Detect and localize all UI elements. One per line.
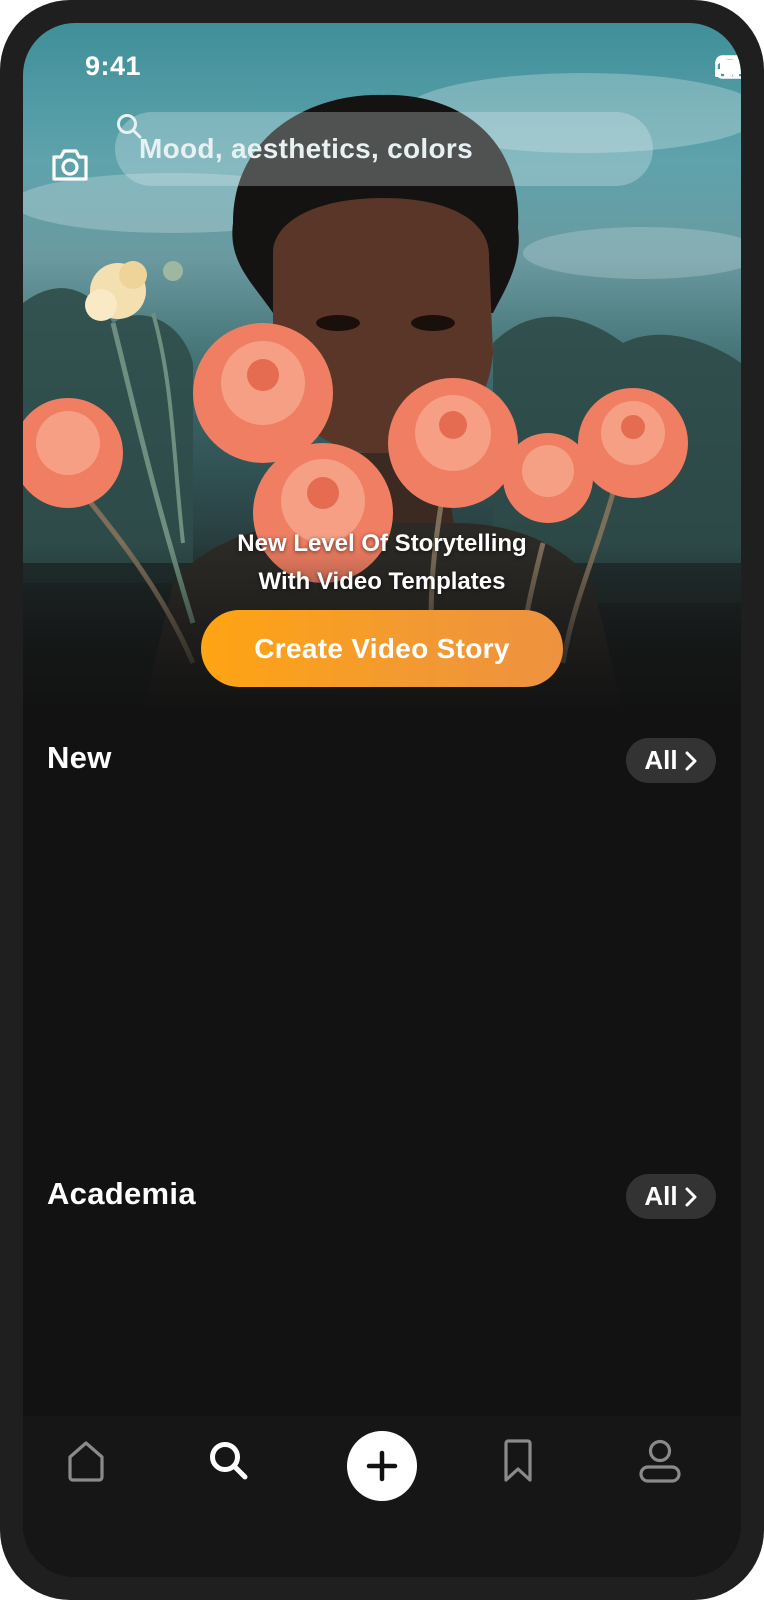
profile-icon bbox=[639, 1439, 681, 1483]
status-time: 9:41 bbox=[85, 51, 142, 81]
academia-see-all-button[interactable]: All bbox=[626, 1174, 716, 1219]
search-input[interactable]: Mood, aesthetics, colors bbox=[115, 112, 653, 186]
hero-headline-line-2: With Video Templates bbox=[258, 568, 506, 595]
search-placeholder: Mood, aesthetics, colors bbox=[139, 133, 473, 164]
camera-button[interactable] bbox=[50, 147, 94, 187]
home-icon bbox=[68, 1441, 104, 1482]
bottom-navigation bbox=[23, 1416, 741, 1577]
create-video-story-button[interactable]: Create Video Story bbox=[201, 610, 563, 687]
section-title-new: New bbox=[47, 740, 112, 775]
camera-icon bbox=[52, 149, 88, 181]
hero-headline: New Level Of Storytelling With Video Tem… bbox=[23, 525, 741, 601]
nav-profile[interactable] bbox=[620, 1416, 700, 1506]
search-icon bbox=[210, 1442, 248, 1480]
chevron-right-icon bbox=[685, 1187, 697, 1206]
battery-icon bbox=[715, 55, 741, 79]
section-title-academia: Academia bbox=[47, 1176, 196, 1211]
new-see-all-button[interactable]: All bbox=[626, 738, 716, 783]
nav-search[interactable] bbox=[189, 1416, 269, 1506]
status-bar: 9:41 bbox=[23, 23, 741, 107]
see-all-label: All bbox=[644, 745, 678, 775]
plus-icon bbox=[366, 1450, 398, 1482]
chevron-right-icon bbox=[685, 751, 697, 770]
hero-headline-line-1: New Level Of Storytelling bbox=[237, 530, 527, 557]
see-all-label: All bbox=[644, 1181, 678, 1211]
search-icon bbox=[117, 114, 142, 139]
app-screen: 9:41 Mood, aesthetics, colors New Level … bbox=[23, 23, 741, 1577]
hero-banner: 9:41 Mood, aesthetics, colors New Level … bbox=[23, 23, 741, 713]
device-frame: 9:41 Mood, aesthetics, colors New Level … bbox=[0, 0, 764, 1600]
bookmark-icon bbox=[504, 1439, 532, 1482]
nav-saved[interactable] bbox=[478, 1416, 558, 1506]
nav-add-button[interactable] bbox=[347, 1431, 417, 1501]
nav-home[interactable] bbox=[46, 1416, 126, 1506]
